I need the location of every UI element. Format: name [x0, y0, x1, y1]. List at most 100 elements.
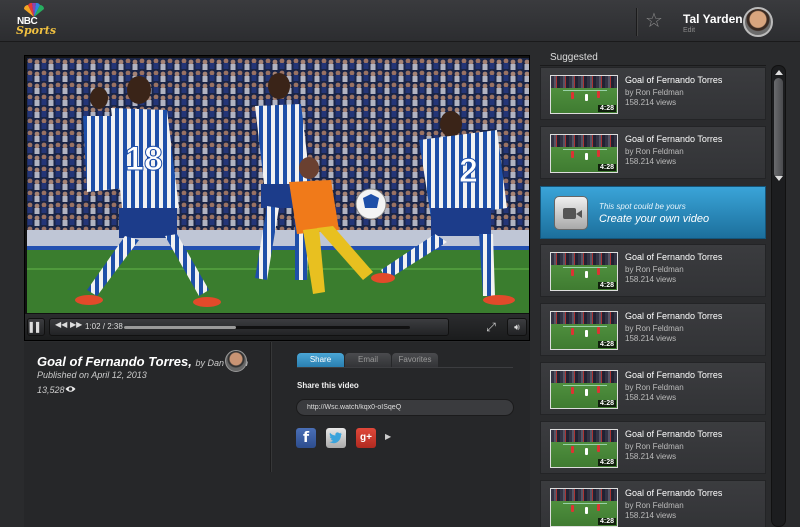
video-title-text: Goal of Fernando Torres, — [37, 354, 192, 369]
video-frame[interactable]: 18 2 — [27, 58, 529, 313]
player-controls: ▌▌ ◀◀ ▶▶ 1:02 / 2:38 ⤢ 🔊︎ — [25, 314, 529, 340]
scroll-down-arrow-icon[interactable] — [775, 176, 783, 181]
header-divider — [636, 8, 637, 36]
author-avatar[interactable] — [225, 350, 247, 372]
tab-share[interactable]: Share — [297, 353, 344, 367]
promo-title: Create your own video — [599, 213, 710, 225]
thumb-field-line — [563, 149, 607, 150]
suggested-video-card[interactable]: 4:28 Goal of Fernando Torres by Ron Feldma… — [540, 67, 766, 120]
fullscreen-icon[interactable]: ⤢ — [483, 319, 499, 335]
suggested-video-views: 158.214 views — [625, 275, 677, 284]
skip-back-icon[interactable]: ◀◀ — [55, 320, 67, 329]
video-title: Goal of Fernando Torres, by Dan Levin — [37, 354, 248, 369]
video-duration: 4:28 — [597, 341, 616, 348]
skip-forward-icon[interactable]: ▶▶ — [70, 320, 82, 329]
suggested-video-card[interactable]: 4:28 Goal of Fernando Torres by Ron Feldma… — [540, 421, 766, 474]
pause-button[interactable]: ▌▌ — [27, 318, 45, 336]
thumb-player — [571, 269, 574, 276]
thumb-player — [571, 151, 574, 158]
tabs-underline — [297, 367, 513, 368]
tab-email[interactable]: Email — [345, 353, 391, 367]
video-thumbnail[interactable]: 4:28 — [550, 429, 618, 468]
create-video-promo[interactable]: This spot could be yours Create your own… — [540, 186, 766, 239]
thumb-crowd — [551, 76, 617, 88]
suggested-video-card[interactable]: 4:28 Goal of Fernando Torres by Ron Feldma… — [540, 303, 766, 356]
suggested-video-card[interactable]: 4:28 Goal of Fernando Torres by Ron Feldma… — [540, 362, 766, 415]
suggested-title: Suggested — [550, 52, 598, 63]
scroll-up-arrow-icon[interactable] — [775, 70, 783, 75]
thumb-field-line — [563, 267, 607, 268]
video-thumbnail[interactable]: 4:28 — [550, 488, 618, 527]
suggested-video-views: 158.214 views — [625, 511, 677, 520]
more-share-arrow-icon[interactable]: ▶ — [385, 432, 391, 441]
thumb-player — [585, 448, 588, 455]
thumb-player — [585, 330, 588, 337]
thumb-crowd — [551, 371, 617, 383]
app-header: NBC Sports ☆ Tal Yarden Edit — [0, 0, 800, 42]
video-camera-icon — [554, 196, 588, 230]
nbc-sports-logo[interactable]: NBC Sports — [14, 3, 56, 39]
suggested-video-title[interactable]: Goal of Fernando Torres — [625, 488, 722, 498]
suggested-video-views: 158.214 views — [625, 157, 677, 166]
thumb-player — [571, 328, 574, 335]
suggested-video-author: by Ron Feldman — [625, 501, 684, 510]
seek-slider[interactable] — [124, 326, 410, 329]
thumb-crowd — [551, 489, 617, 501]
share-url-input[interactable] — [296, 399, 514, 416]
video-duration: 4:28 — [597, 459, 616, 466]
thumb-player — [585, 153, 588, 160]
thumb-field-line — [563, 385, 607, 386]
total-time: 2:38 — [107, 322, 123, 331]
scroll-thumb[interactable] — [774, 78, 783, 178]
thumb-player — [571, 387, 574, 394]
view-count: 13,528 — [37, 385, 65, 395]
video-thumbnail[interactable]: 4:28 — [550, 75, 618, 114]
time-readout: 1:02 / 2:38 — [85, 322, 123, 331]
video-duration: 4:28 — [597, 400, 616, 407]
thumb-player — [571, 505, 574, 512]
suggested-video-views: 158.214 views — [625, 334, 677, 343]
suggested-video-card[interactable]: 4:28 Goal of Fernando Torres by Ron Feldma… — [540, 126, 766, 179]
star-icon[interactable]: ☆ — [642, 9, 666, 33]
twitter-bird-glyph — [329, 432, 342, 444]
suggested-video-title[interactable]: Goal of Fernando Torres — [625, 370, 722, 380]
svg-text:18: 18 — [125, 140, 163, 178]
seek-bar-group: ◀◀ ▶▶ 1:02 / 2:38 — [49, 318, 449, 336]
volume-icon[interactable]: 🔊︎ — [507, 318, 527, 336]
camera-body — [563, 208, 576, 219]
thumb-field-line — [563, 503, 607, 504]
current-time: 1:02 — [85, 322, 101, 331]
twitter-icon[interactable] — [326, 428, 346, 448]
thumb-player — [585, 507, 588, 514]
google-plus-icon[interactable]: g+ — [356, 428, 376, 448]
suggested-video-title[interactable]: Goal of Fernando Torres — [625, 75, 722, 85]
facebook-icon[interactable]: f — [296, 428, 316, 448]
video-duration: 4:28 — [597, 105, 616, 112]
eye-icon — [65, 386, 76, 392]
suggested-video-title[interactable]: Goal of Fernando Torres — [625, 311, 722, 321]
promo-subtitle: This spot could be yours — [599, 202, 686, 211]
suggested-video-title[interactable]: Goal of Fernando Torres — [625, 429, 722, 439]
thumb-player — [597, 150, 600, 157]
thumb-player — [585, 94, 588, 101]
edit-profile-link[interactable]: Edit — [683, 27, 695, 34]
video-thumbnail[interactable]: 4:28 — [550, 134, 618, 173]
video-thumbnail[interactable]: 4:28 — [550, 370, 618, 409]
sidebar-scrollbar[interactable] — [771, 65, 786, 527]
user-avatar[interactable] — [743, 7, 773, 37]
user-name[interactable]: Tal Yarden — [683, 12, 743, 26]
suggested-video-author: by Ron Feldman — [625, 265, 684, 274]
thumb-field-line — [563, 444, 607, 445]
thumb-player — [571, 92, 574, 99]
thumb-crowd — [551, 312, 617, 324]
video-thumbnail[interactable]: 4:28 — [550, 311, 618, 350]
suggested-video-title[interactable]: Goal of Fernando Torres — [625, 252, 722, 262]
suggested-video-views: 158.214 views — [625, 98, 677, 107]
thumb-player — [597, 268, 600, 275]
tab-favorites[interactable]: Favorites — [392, 353, 438, 367]
video-thumbnail[interactable]: 4:28 — [550, 252, 618, 291]
suggested-video-author: by Ron Feldman — [625, 383, 684, 392]
suggested-video-card[interactable]: 4:28 Goal of Fernando Torres by Ron Feldma… — [540, 244, 766, 297]
suggested-video-title[interactable]: Goal of Fernando Torres — [625, 134, 722, 144]
suggested-video-card[interactable]: 4:28 Goal of Fernando Torres by Ron Feldma… — [540, 480, 766, 527]
